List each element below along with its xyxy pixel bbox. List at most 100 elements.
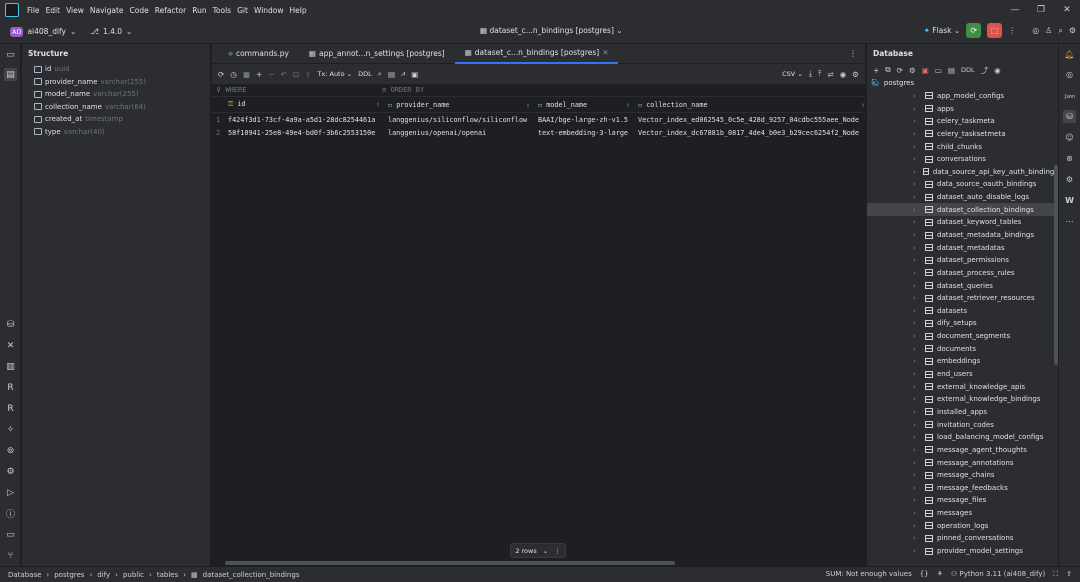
export-format-selector[interactable]: CSV ⌄	[782, 70, 803, 78]
git-icon[interactable]: ⑂	[4, 549, 17, 562]
table-tree-item[interactable]: › datasets	[867, 305, 1058, 318]
sort-icon[interactable]: ⇕	[861, 101, 865, 109]
terminal-icon[interactable]: ▭	[4, 528, 17, 541]
table-tree-item[interactable]: › message_chains	[867, 469, 1058, 482]
notifications-icon[interactable]: 🔔︎	[1063, 48, 1076, 61]
vertical-scrollbar[interactable]	[1054, 165, 1058, 365]
table-tree-item[interactable]: › load_balancing_model_configs	[867, 431, 1058, 444]
json-label[interactable]: Json	[1063, 90, 1077, 103]
structure-column[interactable]: model_name varchar(255)	[22, 88, 210, 101]
horizontal-scrollbar[interactable]	[225, 561, 675, 565]
revert-icon[interactable]: ↶	[281, 70, 287, 79]
structure-icon[interactable]: ▤	[4, 68, 17, 81]
table-tree-item[interactable]: › data_source_api_key_auth_bindings	[867, 165, 1058, 178]
python-packages-icon[interactable]: ✧	[4, 423, 17, 436]
run-icon[interactable]: ▷	[4, 486, 17, 499]
bookmarks-icon[interactable]: ▥	[4, 360, 17, 373]
table-tree-item[interactable]: › message_files	[867, 494, 1058, 507]
breadcrumb-item[interactable]: tables	[157, 571, 178, 579]
run-config-selector[interactable]: ✦ Flask ⌄	[924, 26, 961, 35]
table-tree-item[interactable]: › message_feedbacks	[867, 482, 1058, 495]
more-icon[interactable]: ⋮	[1008, 26, 1016, 35]
services-icon[interactable]: ⊚	[4, 444, 17, 457]
where-input[interactable]: ⊽ WHERE	[212, 86, 382, 94]
tab-0[interactable]: ⟡ commands.py	[218, 44, 299, 64]
menu-item-navigate[interactable]: Navigate	[90, 6, 124, 15]
r-console-icon[interactable]: R	[4, 381, 17, 394]
minimize-icon[interactable]: —	[1002, 0, 1028, 20]
table-tree-item[interactable]: › data_source_oauth_bindings	[867, 178, 1058, 191]
structure-column[interactable]: type varchar(40)	[22, 126, 210, 139]
interpreter-label[interactable]: ⚇ Python 3.11 (ai408_dify)	[951, 570, 1045, 579]
upload-icon[interactable]: ⤒	[818, 69, 821, 79]
python-console-icon[interactable]: ⚙	[4, 465, 17, 478]
view-mode-icon[interactable]: ▤	[388, 70, 395, 79]
console-icon[interactable]: ▤	[948, 66, 955, 75]
menu-item-run[interactable]: Run	[192, 6, 206, 15]
menu-item-help[interactable]: Help	[290, 6, 307, 15]
preview-icon[interactable]: ⊡	[293, 70, 299, 79]
history-icon[interactable]: ◷	[230, 70, 237, 79]
table-cell[interactable]: langgenius/openai/openai	[384, 129, 534, 137]
copilot-icon[interactable]: ☺	[1063, 131, 1076, 144]
table-cell[interactable]: f424f3d1-73cf-4a9a-a5d1-28dc8254461a	[224, 116, 384, 124]
table-tree-item[interactable]: › dataset_queries	[867, 279, 1058, 292]
structure-column[interactable]: collection_name varchar(64)	[22, 101, 210, 114]
vcs-widget[interactable]: ⎇ 1.4.0 ⌄	[90, 27, 132, 36]
refresh-icon[interactable]: ⟳	[218, 70, 224, 79]
table-cell[interactable]: Vector_index_ed062545_0c5e_428d_9257_04c…	[634, 116, 869, 124]
r-plots-icon[interactable]: R	[4, 402, 17, 415]
menu-item-tools[interactable]: Tools	[213, 6, 231, 15]
database-tool-icon[interactable]: ⛁	[4, 318, 17, 331]
table-tree-item[interactable]: › child_chunks	[867, 140, 1058, 153]
table-tree-item[interactable]: › provider_model_settings	[867, 545, 1058, 558]
table-tree-item[interactable]: › documents	[867, 342, 1058, 355]
ai-assistant-icon[interactable]: ◎	[1032, 26, 1039, 35]
table-tree-item[interactable]: › embeddings	[867, 355, 1058, 368]
table-tree-item[interactable]: › celery_tasksetmeta	[867, 128, 1058, 141]
menu-item-window[interactable]: Window	[254, 6, 284, 15]
user-icon[interactable]: ♙	[1045, 26, 1052, 35]
tree-root[interactable]: 🐘︎ postgres	[867, 77, 1058, 90]
jump-icon[interactable]: ⤴	[981, 65, 989, 76]
column-header-provider_name[interactable]: ▭ provider_name ⇕	[384, 101, 534, 109]
table-tree-item[interactable]: › pinned_conversations	[867, 532, 1058, 545]
table-cell[interactable]: Vector_index_dc67881b_0817_4de4_b0e3_b29…	[634, 129, 869, 137]
order-by-input[interactable]: ≡ ORDER BY	[382, 86, 424, 94]
refresh-icon[interactable]: ⟳	[897, 66, 903, 75]
search-icon[interactable]: ⌕	[1058, 26, 1062, 36]
structure-column[interactable]: created_at timestamp	[22, 113, 210, 126]
view-icon[interactable]: ◉	[840, 70, 847, 79]
table-tree-item[interactable]: › messages	[867, 507, 1058, 520]
breadcrumb-item[interactable]: Database	[8, 571, 41, 579]
table-row[interactable]: 2 58f10941-25e8-49e4-bd0f-3b6c2553150e lan…	[212, 126, 865, 139]
breadcrumb-item[interactable]: dataset_collection_bindings	[203, 571, 300, 579]
tab-1[interactable]: ▦ app_annot...n_settings [postgres]	[299, 44, 455, 64]
sort-icon[interactable]: ⇕	[526, 101, 530, 109]
sync-icon[interactable]: ⚙	[1063, 173, 1076, 186]
table-tree-item[interactable]: › end_users	[867, 368, 1058, 381]
sort-icon[interactable]: ⇕	[626, 101, 630, 109]
table-tree-item[interactable]: › external_knowledge_apis	[867, 380, 1058, 393]
problems-icon[interactable]: ⓘ	[4, 507, 17, 520]
table-tree-item[interactable]: › dify_setups	[867, 317, 1058, 330]
stop-icon[interactable]: ▣	[922, 66, 929, 75]
project-selector[interactable]: AD ai408_dify ⌄	[10, 26, 76, 37]
table-cell[interactable]: text-embedding-3-large	[534, 129, 634, 137]
column-header-collection_name[interactable]: ▭ collection_name ⇕	[634, 101, 869, 109]
breadcrumb-item[interactable]: public	[123, 571, 144, 579]
menu-item-view[interactable]: View	[66, 6, 84, 15]
add-row-icon[interactable]: +	[256, 70, 262, 79]
table-tree-item[interactable]: › dataset_collection_bindings	[867, 203, 1058, 217]
menu-item-edit[interactable]: Edit	[46, 6, 61, 15]
more-icon[interactable]: ⋮	[849, 49, 857, 58]
table-tree-item[interactable]: › dataset_auto_disable_logs	[867, 191, 1058, 204]
view-icon[interactable]: ◉	[994, 66, 1001, 75]
settings-icon[interactable]: ⚙	[852, 70, 859, 79]
menu-item-code[interactable]: Code	[130, 6, 149, 15]
table-tree-item[interactable]: › installed_apps	[867, 406, 1058, 419]
structure-column[interactable]: provider_name varchar(255)	[22, 76, 210, 89]
ddl-button[interactable]: DDL	[358, 70, 372, 78]
properties-icon[interactable]: ⚙	[909, 66, 916, 75]
submit-icon[interactable]: ⇧	[305, 70, 311, 79]
